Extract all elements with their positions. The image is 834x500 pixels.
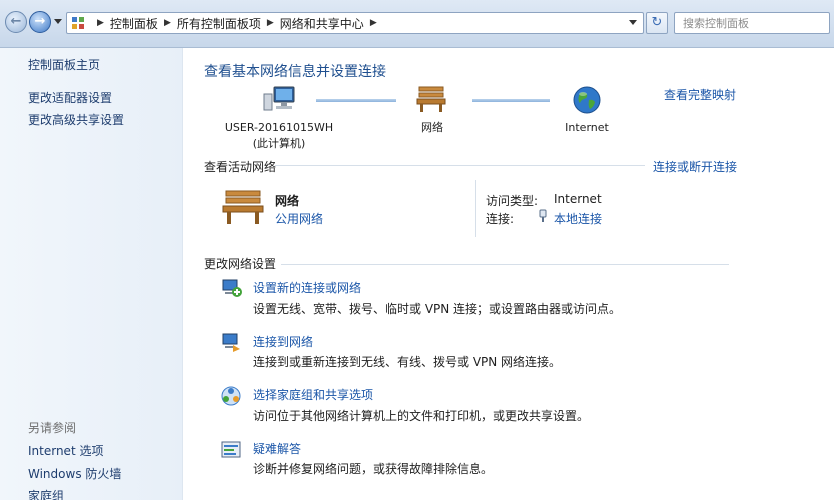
address-dropdown-icon[interactable]	[629, 20, 637, 25]
forward-button[interactable]: →	[29, 11, 51, 33]
control-panel-icon	[72, 17, 84, 29]
globe-icon	[573, 86, 601, 114]
access-type-label: 访问类型:	[486, 194, 539, 208]
main-content: 查看基本网络信息并设置连接 查看完整映射 USER-20161015WH (此计…	[183, 48, 834, 500]
task-connect-network-link[interactable]: 连接到网络	[253, 333, 313, 350]
refresh-icon: ↻	[651, 15, 663, 30]
breadcrumb-network-center[interactable]: 网络和共享中心	[280, 15, 364, 32]
computer-name: USER-20161015WH	[224, 121, 334, 134]
connect-network-icon	[222, 333, 240, 352]
ethernet-icon	[539, 209, 547, 222]
see-also-heading: 另请参阅	[28, 421, 77, 435]
breadcrumb-separator-icon[interactable]: ▶	[97, 18, 104, 28]
computer-sub-label: (此计算机)	[252, 137, 306, 150]
breadcrumb: ▶ 控制面板 ▶ 所有控制面板项 ▶ 网络和共享中心 ▶	[91, 13, 383, 33]
section-divider	[275, 165, 645, 166]
network-type-link[interactable]: 公用网络	[275, 210, 323, 227]
breadcrumb-control-panel[interactable]: 控制面板	[110, 15, 158, 32]
breadcrumb-separator-icon[interactable]: ▶	[267, 18, 274, 28]
access-type-value: Internet	[554, 192, 602, 206]
sidebar-link-internet-options[interactable]: Internet 选项	[28, 442, 103, 459]
task-connect-network-desc: 连接到或重新连接到无线、有线、拨号或 VPN 网络连接。	[253, 355, 562, 369]
sidebar: 控制面板主页 更改适配器设置 更改高级共享设置 另请参阅 Internet 选项…	[0, 48, 183, 500]
vertical-divider	[475, 180, 476, 237]
connections-label: 连接:	[486, 212, 515, 226]
address-bar[interactable]: ▶ 控制面板 ▶ 所有控制面板项 ▶ 网络和共享中心 ▶	[66, 12, 644, 34]
connection-line	[316, 99, 396, 102]
sidebar-link-adapter-settings[interactable]: 更改适配器设置	[28, 89, 112, 106]
breadcrumb-all-items[interactable]: 所有控制面板项	[177, 15, 261, 32]
task-troubleshoot-link[interactable]: 疑难解答	[253, 440, 301, 457]
search-input[interactable]	[683, 15, 823, 31]
task-homegroup-link[interactable]: 选择家庭组和共享选项	[253, 386, 373, 403]
new-connection-icon	[222, 279, 242, 297]
recent-pages-dropdown-icon[interactable]	[54, 19, 62, 24]
task-setup-connection-link[interactable]: 设置新的连接或网络	[253, 279, 361, 296]
page-title: 查看基本网络信息并设置连接	[204, 64, 386, 80]
homegroup-icon	[221, 386, 241, 406]
search-box[interactable]	[674, 12, 830, 34]
connection-line	[472, 99, 550, 102]
refresh-button[interactable]: ↻	[646, 12, 668, 34]
internet-node-label: Internet	[565, 121, 609, 134]
connect-or-disconnect-link[interactable]: 连接或断开连接	[653, 158, 737, 175]
forward-arrow-icon: →	[34, 14, 46, 29]
breadcrumb-separator-icon[interactable]: ▶	[164, 18, 171, 28]
troubleshoot-icon	[221, 441, 241, 458]
task-troubleshoot-desc: 诊断并修复网络问题，或获得故障排除信息。	[253, 462, 494, 476]
active-networks-heading: 查看活动网络	[204, 160, 277, 174]
address-toolbar: ← → ▶ 控制面板 ▶ 所有控制面板项 ▶ 网络和共享中心 ▶ ↻	[0, 0, 834, 48]
back-arrow-icon: ←	[10, 14, 22, 29]
task-homegroup-desc: 访问位于其他网络计算机上的文件和打印机，或更改共享设置。	[253, 409, 590, 423]
sidebar-link-homegroup[interactable]: 家庭组	[28, 487, 64, 500]
network-bench-icon	[222, 190, 264, 224]
back-button[interactable]: ←	[5, 11, 27, 33]
sidebar-link-firewall[interactable]: Windows 防火墙	[28, 465, 121, 482]
section-divider	[281, 264, 729, 265]
computer-node-label: USER-20161015WH (此计算机)	[219, 120, 339, 152]
sidebar-link-home[interactable]: 控制面板主页	[28, 56, 100, 73]
view-full-map-link[interactable]: 查看完整映射	[664, 86, 736, 103]
task-setup-connection-desc: 设置无线、宽带、拨号、临时或 VPN 连接；或设置路由器或访问点。	[253, 302, 622, 316]
bench-icon	[416, 86, 446, 112]
computer-icon	[263, 86, 295, 111]
breadcrumb-separator-icon[interactable]: ▶	[370, 18, 377, 28]
change-settings-heading: 更改网络设置	[204, 257, 277, 271]
local-connection-link[interactable]: 本地连接	[554, 210, 602, 227]
network-name: 网络	[275, 194, 300, 208]
network-node-label: 网络	[421, 121, 443, 134]
sidebar-link-advanced-sharing[interactable]: 更改高级共享设置	[28, 111, 124, 128]
